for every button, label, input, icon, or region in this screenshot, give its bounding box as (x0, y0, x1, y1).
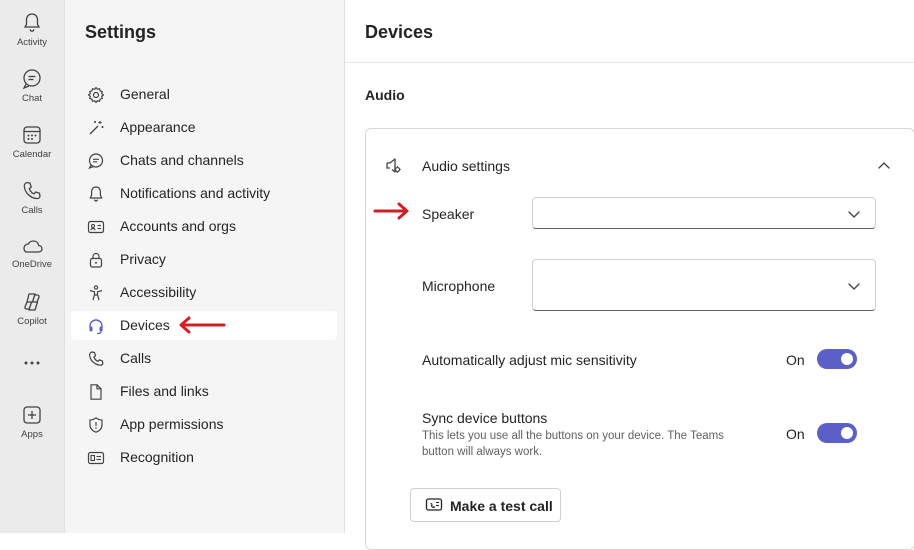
nav-label: Privacy (120, 251, 166, 267)
nav-item-accounts-and-orgs[interactable]: Accounts and orgs (71, 212, 337, 241)
make-test-call-label: Make a test call (450, 498, 553, 514)
nav-item-chats-and-channels[interactable]: Chats and channels (71, 146, 337, 175)
rail-label: Calls (21, 205, 43, 216)
nav-label: App permissions (120, 416, 224, 432)
id-card-icon (87, 451, 105, 465)
sync-device-buttons-label: Sync device buttons (422, 410, 548, 426)
nav-label: Chats and channels (120, 152, 244, 168)
annotation-arrow-right (373, 202, 409, 220)
bell-icon (23, 13, 41, 32)
chat-bubble-icon (88, 153, 104, 170)
shield-icon (89, 417, 103, 433)
page-title: Devices (365, 22, 434, 42)
settings-nav: Settings General Appearance Chats and ch… (65, 0, 345, 533)
magic-wand-icon (89, 121, 104, 135)
add-app-icon (23, 406, 41, 424)
chevron-up-icon[interactable] (876, 157, 892, 173)
rail-item-calendar[interactable]: Calendar (0, 124, 64, 160)
sync-toggle-state: On (786, 426, 805, 442)
rail-item-calls[interactable]: Calls (0, 180, 64, 216)
audio-settings-card: Audio settings Speaker Microphone Automa… (365, 128, 914, 550)
nav-label: Appearance (120, 119, 196, 135)
nav-item-recognition[interactable]: Recognition (71, 443, 337, 472)
accessibility-icon (89, 285, 103, 301)
nav-label: Recognition (120, 449, 194, 465)
contact-card-icon (87, 220, 105, 234)
chat-icon (22, 69, 41, 90)
audio-settings-header: Audio settings (422, 158, 510, 174)
nav-label: Accounts and orgs (120, 218, 236, 234)
sync-device-buttons-description: This lets you use all the buttons on you… (422, 428, 724, 460)
auto-mic-toggle-state: On (786, 352, 805, 368)
nav-item-general[interactable]: General (71, 80, 337, 109)
nav-item-calls[interactable]: Calls (71, 344, 337, 373)
nav-item-accessibility[interactable]: Accessibility (71, 278, 337, 307)
rail-item-apps[interactable]: Apps (0, 404, 64, 440)
nav-item-privacy[interactable]: Privacy (71, 245, 337, 274)
nav-label: Devices (120, 317, 170, 333)
nav-label: Calls (120, 350, 152, 366)
copilot-icon (24, 293, 40, 311)
headset-icon (89, 319, 103, 335)
sync-device-buttons-toggle[interactable] (817, 423, 857, 443)
nav-label: General (120, 86, 170, 102)
rail-label: Apps (21, 429, 43, 440)
nav-label: Notifications and activity (120, 185, 271, 201)
make-test-call-button[interactable]: Make a test call (410, 488, 561, 522)
toggle-knob (841, 353, 853, 365)
rail-label: Chat (21, 93, 43, 104)
cloud-icon (23, 240, 43, 253)
document-icon (90, 384, 102, 400)
rail-label: Activity (16, 37, 48, 48)
nav-label: Files and links (120, 383, 209, 399)
nav-item-notifications[interactable]: Notifications and activity (71, 179, 337, 208)
auto-mic-toggle[interactable] (817, 349, 857, 369)
lock-icon (89, 252, 103, 268)
app-rail: Activity Chat Calendar Calls OneDrive Co… (0, 0, 65, 533)
calendar-icon (23, 126, 41, 144)
speaker-settings-icon (386, 158, 401, 173)
chevron-down-icon (848, 211, 860, 218)
settings-title: Settings (85, 22, 157, 42)
toggle-knob (841, 427, 853, 439)
annotation-arrow-left (179, 316, 226, 334)
section-title-audio: Audio (365, 87, 405, 103)
rail-item-chat[interactable]: Chat (0, 68, 64, 104)
gear-icon (87, 86, 105, 104)
description-line: button will always work. (422, 446, 543, 458)
header-divider (345, 62, 914, 63)
phone-icon (23, 181, 41, 200)
chevron-down-icon (848, 283, 860, 290)
rail-label: Copilot (17, 316, 47, 327)
nav-item-app-permissions[interactable]: App permissions (71, 410, 337, 439)
nav-item-appearance[interactable]: Appearance (71, 113, 337, 142)
nav-item-files-and-links[interactable]: Files and links (71, 377, 337, 406)
devices-panel: Devices Audio Audio settings Speaker Mic… (345, 0, 914, 550)
microphone-dropdown[interactable] (532, 259, 876, 311)
phone-icon (88, 351, 104, 366)
test-call-icon (425, 498, 443, 511)
rail-item-onedrive[interactable]: OneDrive (0, 236, 64, 270)
more-icon (24, 361, 40, 365)
speaker-dropdown[interactable] (532, 197, 876, 229)
rail-item-activity[interactable]: Activity (0, 12, 64, 48)
auto-mic-sensitivity-label: Automatically adjust mic sensitivity (422, 352, 637, 368)
description-line: This lets you use all the buttons on you… (422, 430, 724, 442)
rail-label: Calendar (12, 149, 52, 160)
rail-item-copilot[interactable]: Copilot (0, 291, 64, 327)
nav-label: Accessibility (120, 284, 197, 300)
rail-more-button[interactable] (0, 358, 64, 368)
rail-label: OneDrive (11, 259, 53, 270)
bell-icon (89, 186, 103, 202)
microphone-label: Microphone (422, 278, 496, 294)
speaker-label: Speaker (422, 206, 475, 222)
